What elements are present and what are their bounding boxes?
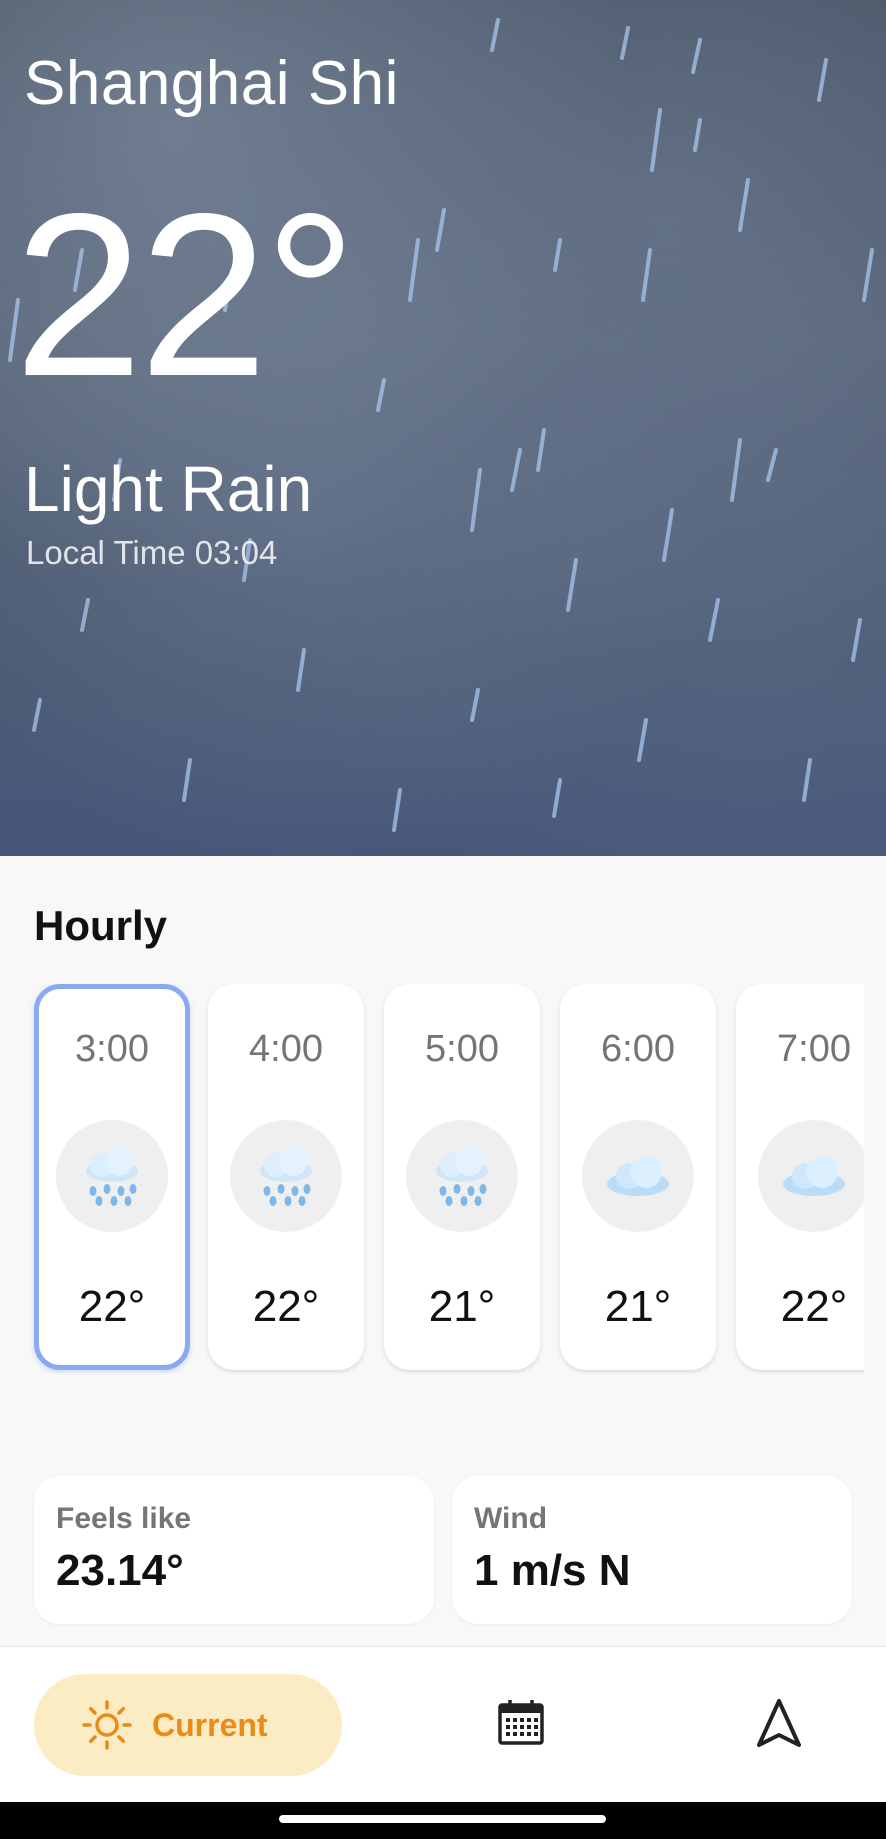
wind-card: Wind 1 m/s N — [452, 1476, 852, 1624]
feels-like-value: 23.14° — [56, 1546, 184, 1595]
rain-cloud-icon — [56, 1120, 168, 1232]
rain-cloud-icon — [406, 1120, 518, 1232]
home-indicator[interactable] — [279, 1815, 606, 1823]
feels-like-card: Feels like 23.14° — [34, 1476, 434, 1624]
hourly-card[interactable]: 5:00 21° — [384, 984, 540, 1370]
nav-current-label: Current — [152, 1706, 268, 1743]
navigation-arrow-icon[interactable] — [754, 1697, 804, 1751]
current-temperature: 22° — [14, 166, 357, 425]
cloud-icon — [758, 1120, 864, 1232]
hour-time: 7:00 — [777, 1028, 851, 1070]
hourly-card[interactable]: 6:00 21° — [560, 984, 716, 1370]
wind-label: Wind — [474, 1502, 548, 1535]
city-name: Shanghai Shi — [24, 49, 399, 118]
feels-like-label: Feels like — [56, 1502, 192, 1535]
hour-temperature: 22° — [252, 1282, 320, 1331]
local-time: Local Time 03:04 — [26, 534, 278, 571]
hour-time: 6:00 — [601, 1028, 675, 1070]
hourly-card[interactable]: 4:00 22° — [208, 984, 364, 1370]
wind-value: 1 m/s N — [474, 1546, 631, 1595]
rain-background — [8, 18, 874, 832]
sun-icon — [82, 1700, 132, 1750]
weather-hero: Shanghai Shi 22° Light Rain Local Time 0… — [0, 0, 886, 856]
hour-temperature: 21° — [428, 1282, 496, 1331]
hourly-list[interactable]: 3:00 22° 4:00 22° 5:00 21° 6:00 21° 7:00… — [0, 984, 864, 1374]
hour-temperature: 21° — [604, 1282, 672, 1331]
hourly-card[interactable]: 7:00 22° — [736, 984, 864, 1370]
hourly-title: Hourly — [34, 902, 168, 949]
hour-temperature: 22° — [780, 1282, 848, 1331]
hour-time: 5:00 — [425, 1028, 499, 1070]
nav-current-button[interactable]: Current — [34, 1674, 342, 1776]
rain-cloud-icon — [230, 1120, 342, 1232]
hour-time: 4:00 — [249, 1028, 323, 1070]
hour-temperature: 22° — [78, 1282, 146, 1331]
cloud-icon — [582, 1120, 694, 1232]
hourly-card-selected[interactable]: 3:00 22° — [34, 984, 190, 1370]
calendar-icon[interactable] — [496, 1697, 546, 1747]
hour-time: 3:00 — [75, 1028, 149, 1070]
weather-condition: Light Rain — [24, 453, 313, 525]
bottom-navigation: Current — [0, 1646, 886, 1803]
